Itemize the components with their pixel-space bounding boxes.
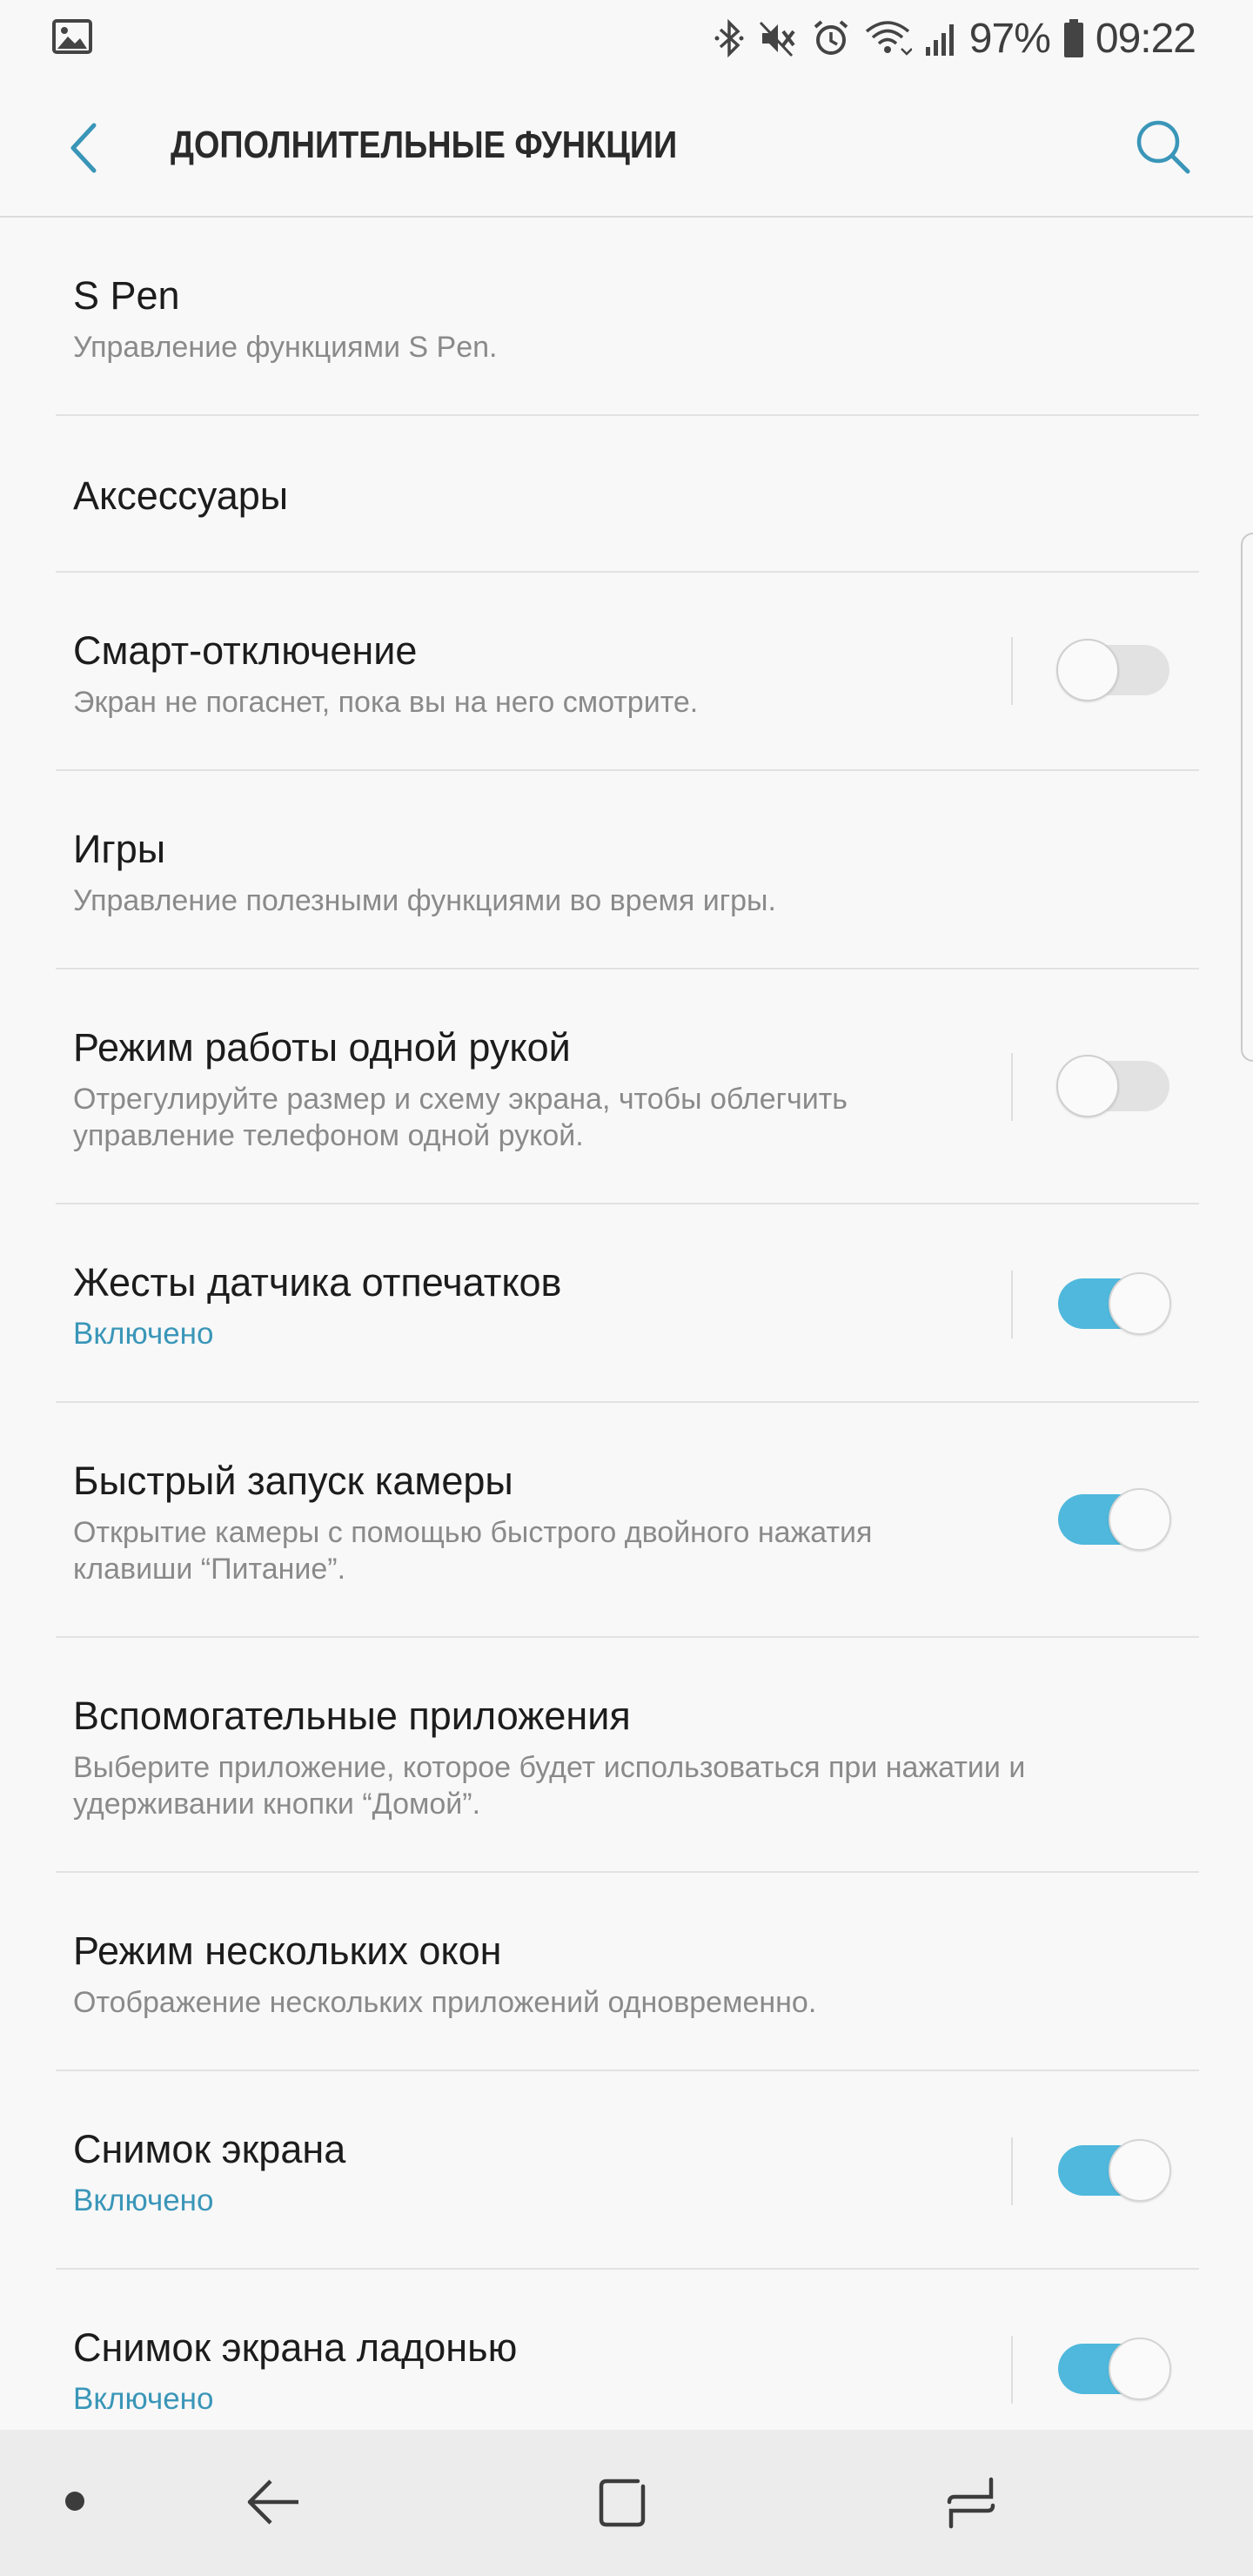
recents-icon [944, 2476, 998, 2534]
page-title: ДОПОЛНИТЕЛЬНЫЕ ФУНКЦИИ [171, 124, 678, 166]
setting-subtitle-line: управление телефоном одной рукой. [73, 1119, 584, 1152]
nav-home-button[interactable] [580, 2463, 667, 2546]
setting-subtitle-line: Отрегулируйте размер и схему экрана, что… [73, 1083, 848, 1116]
search-icon [1134, 117, 1191, 179]
toggle-knob [1109, 1272, 1171, 1335]
vertical-separator [1011, 2336, 1013, 2404]
vertical-separator [1011, 1271, 1013, 1338]
battery-icon [1062, 18, 1085, 58]
setting-subtitle: Экран не погаснет, пока вы на него смотр… [73, 686, 699, 719]
setting-status: Включено [73, 2382, 214, 2416]
chevron-left-icon [66, 122, 101, 178]
nav-back-button[interactable] [230, 2465, 317, 2543]
quick-camera-launch-toggle[interactable] [1056, 1488, 1171, 1551]
setting-palm-swipe-capture[interactable]: Снимок экрана ладонью Включено [0, 2270, 1253, 2430]
clock: 09:22 [1095, 15, 1196, 62]
image-icon [52, 18, 92, 58]
setting-title: Жесты датчика отпечатков [73, 1260, 562, 1305]
setting-subtitle: Управление функциями S Pen. [73, 331, 498, 364]
screenshot-toggle[interactable] [1056, 2139, 1171, 2202]
setting-assistant-apps[interactable]: Вспомогательные приложения Выберите прил… [0, 1638, 1253, 1873]
setting-title: Снимок экрана ладонью [73, 2325, 518, 2370]
home-square-icon [596, 2476, 650, 2534]
setting-title: Режим нескольких окон [73, 1929, 502, 1973]
setting-one-handed-mode[interactable]: Режим работы одной рукой Отрегулируйте р… [0, 969, 1253, 1204]
setting-smart-stay[interactable]: Смарт-отключение Экран не погаснет, пока… [0, 573, 1253, 771]
one-handed-mode-toggle[interactable] [1056, 1055, 1171, 1117]
signal-icon [924, 19, 959, 57]
setting-title: Снимок экрана [73, 2127, 346, 2171]
alarm-icon [811, 18, 851, 58]
setting-title: Игры [73, 827, 166, 871]
dot-icon [64, 2491, 85, 2516]
setting-subtitle-line: Открытие камеры с помощью быстрого двойн… [73, 1516, 873, 1549]
smart-stay-toggle[interactable] [1056, 639, 1171, 701]
setting-subtitle-line: удерживании кнопки “Домой”. [73, 1788, 481, 1821]
setting-title: Быстрый запуск камеры [73, 1459, 513, 1503]
setting-title: S Pen [73, 273, 180, 318]
setting-accessories[interactable]: Аксессуары [0, 416, 1253, 573]
setting-status: Включено [73, 2184, 214, 2217]
battery-percent: 97% [968, 15, 1051, 62]
nav-recents-button[interactable] [928, 2463, 1015, 2546]
palm-swipe-capture-toggle[interactable] [1056, 2338, 1171, 2400]
status-bar: 97% 09:22 [0, 0, 1253, 77]
setting-s-pen[interactable]: S Pen Управление функциями S Pen. [0, 218, 1253, 416]
search-button[interactable] [1128, 113, 1197, 183]
toggle-knob [1056, 1055, 1119, 1117]
toggle-knob [1109, 2338, 1171, 2400]
setting-screenshot[interactable]: Снимок экрана Включено [0, 2071, 1253, 2270]
setting-title: Режим работы одной рукой [73, 1025, 571, 1070]
wifi-icon [863, 19, 912, 57]
setting-title: Аксессуары [73, 473, 289, 518]
toggle-knob [1109, 2139, 1171, 2202]
setting-games[interactable]: Игры Управление полезными функциями во в… [0, 771, 1253, 969]
nav-dot-button[interactable] [57, 2485, 92, 2520]
vertical-separator [1011, 1053, 1013, 1121]
setting-subtitle-line: Выберите приложение, которое будет испол… [73, 1751, 1026, 1784]
back-arrow-icon [246, 2478, 300, 2531]
screen: 97% 09:22 ДОПОЛНИТЕЛЬНЫЕ ФУНКЦИИ S Pen У… [0, 0, 1253, 2576]
setting-finger-sensor-gestures[interactable]: Жесты датчика отпечатков Включено [0, 1204, 1253, 1403]
bluetooth-icon [714, 19, 745, 57]
toggle-knob [1056, 639, 1119, 701]
app-bar: ДОПОЛНИТЕЛЬНЫЕ ФУНКЦИИ [0, 77, 1253, 218]
finger-sensor-gestures-toggle[interactable] [1056, 1272, 1171, 1335]
setting-status: Включено [73, 1317, 214, 1351]
navigation-bar [0, 2430, 1253, 2576]
toggle-knob [1109, 1488, 1171, 1551]
setting-subtitle: Отображение нескольких приложений одновр… [73, 1986, 817, 2019]
setting-subtitle-line: клавиши “Питание”. [73, 1553, 346, 1586]
vertical-separator [1011, 637, 1013, 705]
vertical-separator [1011, 2137, 1013, 2205]
edge-panel-handle[interactable] [1241, 533, 1253, 1062]
setting-title: Вспомогательные приложения [73, 1694, 631, 1738]
setting-quick-camera-launch[interactable]: Быстрый запуск камеры Открытие камеры с … [0, 1403, 1253, 1638]
back-button[interactable] [50, 117, 117, 183]
setting-subtitle: Управление полезными функциями во время … [73, 884, 776, 917]
mute-icon [757, 19, 799, 57]
setting-multi-window[interactable]: Режим нескольких окон Отображение нескол… [0, 1873, 1253, 2071]
setting-title: Смарт-отключение [73, 628, 418, 673]
